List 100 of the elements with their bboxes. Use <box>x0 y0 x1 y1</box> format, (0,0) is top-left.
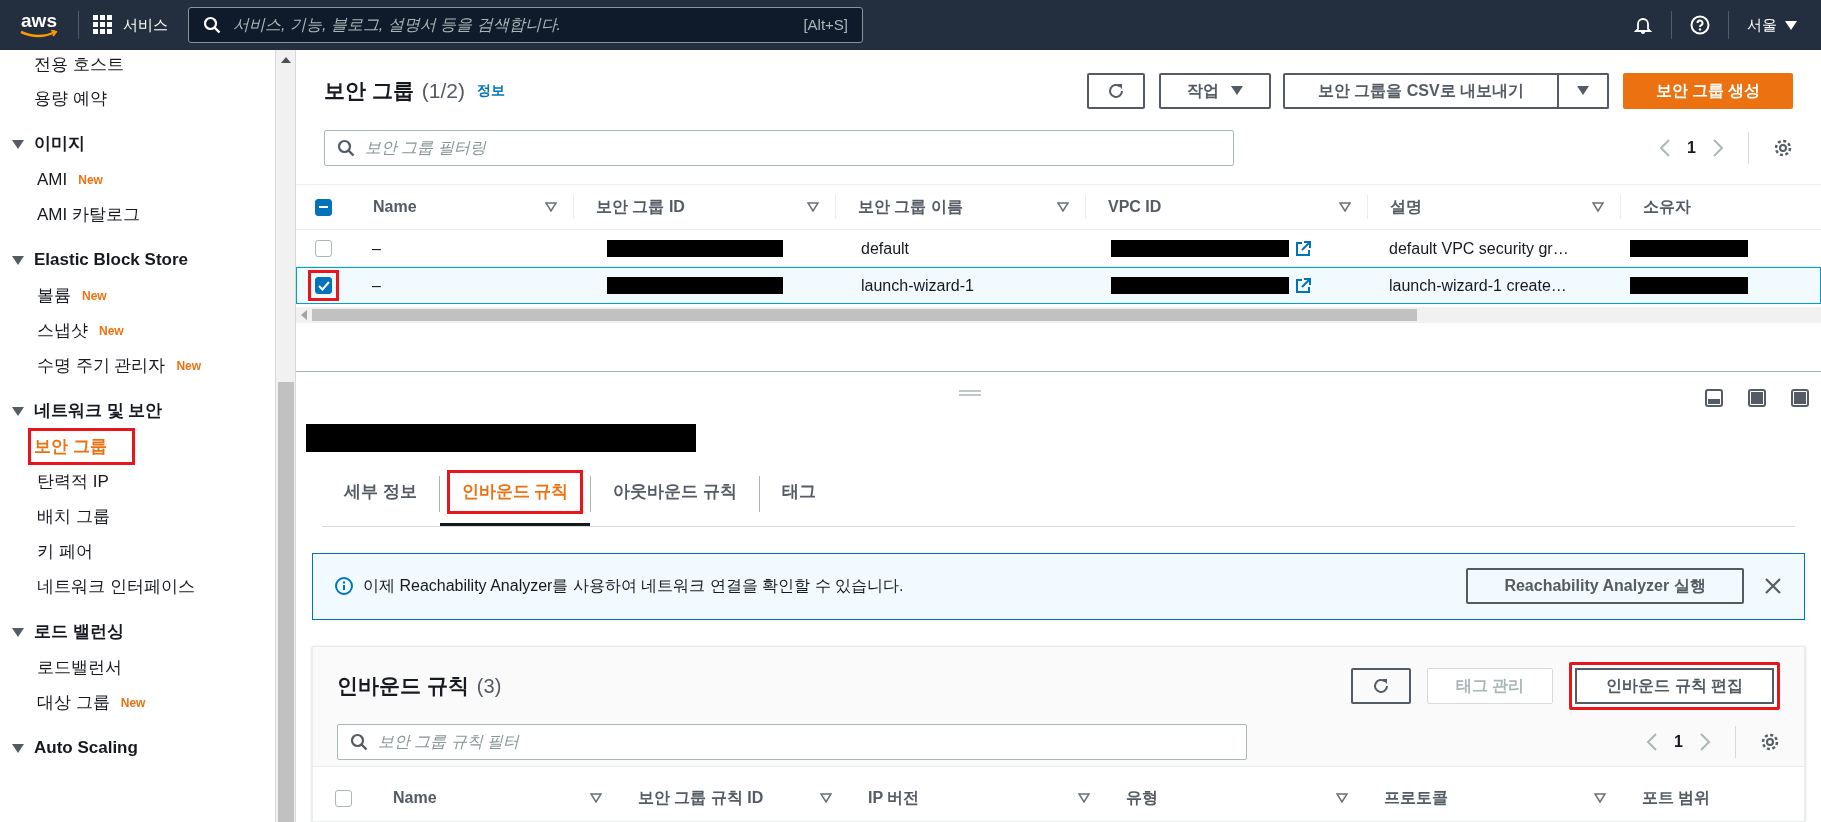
external-link-icon[interactable] <box>1295 240 1311 257</box>
sidebar-section-header[interactable]: Elastic Block Store <box>12 242 275 278</box>
column-header[interactable]: 보안 그룹 ID <box>596 195 807 219</box>
sidebar-item[interactable]: 용량 예약 <box>34 86 107 112</box>
column-header[interactable]: 유형 <box>1126 786 1336 810</box>
shortcut-hint: [Alt+S] <box>803 14 848 35</box>
sort-icon[interactable] <box>545 202 557 212</box>
edit-rules-button[interactable]: 인바운드 규칙 편집 <box>1569 662 1780 710</box>
sort-icon[interactable] <box>820 793 832 803</box>
sidebar-item[interactable]: 수명 주기 관리자 <box>34 349 169 382</box>
panel-bottom-icon[interactable] <box>1705 389 1723 408</box>
sidebar-item[interactable]: 볼륨 <box>34 279 74 312</box>
sidebar-item[interactable]: 배치 그룹 <box>34 500 113 533</box>
new-label: New <box>99 322 124 340</box>
table-cell: launch-wizard-1 <box>861 276 974 294</box>
sort-icon[interactable] <box>590 793 602 803</box>
checkbox[interactable] <box>334 789 352 807</box>
tab-highlight-frame: 태그 <box>770 473 829 511</box>
column-header[interactable]: 설명 <box>1390 195 1592 219</box>
tab[interactable]: 세부 정보 <box>322 461 439 526</box>
column-header[interactable]: IP 버전 <box>868 786 1078 810</box>
horizontal-scrollbar[interactable] <box>296 307 1821 323</box>
column-header[interactable]: 프로토콜 <box>1384 786 1594 810</box>
sort-icon[interactable] <box>1594 793 1606 803</box>
checkbox[interactable] <box>308 270 339 301</box>
sidebar-item[interactable]: 로드밸런서 <box>34 651 125 684</box>
caret-icon <box>12 255 24 265</box>
scrollbar-thumb[interactable] <box>312 309 1417 321</box>
bell-icon[interactable] <box>1633 15 1653 35</box>
caret-icon <box>12 139 24 149</box>
table-row[interactable]: – launch-wizard-1 launch-wizard-1 create… <box>296 267 1821 304</box>
column-header[interactable]: 소유자 <box>1643 195 1805 219</box>
sidebar-item[interactable]: 키 페어 <box>34 535 96 568</box>
selection-count: (1/2) <box>421 77 466 104</box>
new-label: New <box>78 171 103 189</box>
search-placeholder: 서비스, 기능, 블로그, 설명서 등을 검색합니다. <box>233 15 562 35</box>
sidebar-item[interactable]: 전용 호스트 <box>34 52 124 78</box>
sidebar-item[interactable]: 네트워크 인터페이스 <box>34 570 198 603</box>
external-link-icon[interactable] <box>1295 277 1311 294</box>
search-field[interactable]: 서비스, 기능, 블로그, 설명서 등을 검색합니다. [Alt+S] <box>188 7 863 43</box>
sidebar-section-header[interactable]: 이미지 <box>12 126 275 162</box>
help-icon[interactable] <box>1690 15 1710 35</box>
sort-icon[interactable] <box>1057 202 1069 212</box>
sort-icon[interactable] <box>807 202 819 212</box>
tab-highlight-frame: 인바운드 규칙 <box>449 473 581 511</box>
column-header[interactable]: 보안 그룹 이름 <box>858 195 1057 219</box>
panel-full-icon[interactable] <box>1791 389 1809 408</box>
scrollbar-thumb[interactable] <box>277 382 294 822</box>
caret-icon <box>12 406 24 416</box>
info-link[interactable]: 정보 <box>477 80 506 101</box>
scroll-up-icon[interactable] <box>280 56 291 64</box>
tab-highlight-frame: 아웃바운드 규칙 <box>601 473 750 511</box>
sidebar-item[interactable]: 대상 그룹 <box>34 686 113 719</box>
filter-placeholder: 보안 그룹 규칙 필터 <box>378 731 520 752</box>
page-number[interactable]: 1 <box>1687 135 1696 160</box>
settings-icon[interactable] <box>1773 137 1793 158</box>
sort-icon[interactable] <box>1592 202 1604 212</box>
checkbox[interactable] <box>315 198 332 216</box>
sidebar-item[interactable]: 탄력적 IP <box>34 465 112 498</box>
region-menu-button[interactable]: 서울 <box>1747 13 1797 37</box>
close-icon[interactable] <box>1764 577 1782 596</box>
column-header[interactable]: 포트 범위 <box>1642 786 1756 810</box>
table-cell: default <box>861 239 910 257</box>
checkbox[interactable] <box>315 240 332 257</box>
sort-icon[interactable] <box>1336 793 1348 803</box>
table-cell: default VPC security gr… <box>1389 239 1569 257</box>
sort-icon[interactable] <box>1078 793 1090 803</box>
sidebar-scrollbar[interactable] <box>275 50 295 822</box>
caret-icon <box>1577 86 1589 95</box>
sidebar-section-header[interactable]: 네트워크 및 보안 <box>12 393 275 429</box>
drag-handle-icon[interactable] <box>959 390 981 396</box>
tab[interactable]: 아웃바운드 규칙 <box>591 461 760 526</box>
column-header[interactable]: 보안 그룹 규칙 ID <box>638 786 820 810</box>
settings-icon[interactable] <box>1760 731 1780 752</box>
page-number[interactable]: 1 <box>1674 729 1683 754</box>
panel-side-icon[interactable] <box>1748 389 1766 408</box>
table-cell: launch-wizard-1 create… <box>1389 276 1567 294</box>
sidebar-section-header[interactable]: Auto Scaling <box>12 730 275 766</box>
services-menu-button[interactable]: 서비스 <box>93 13 168 37</box>
export-button[interactable]: 보안 그룹을 CSV로 내보내기 <box>1283 72 1559 109</box>
table-cell: – <box>372 239 381 257</box>
sidebar-item[interactable]: 스냅샷 <box>34 314 91 347</box>
aws-logo[interactable]: aws <box>14 12 64 38</box>
tab[interactable]: 태그 <box>760 461 839 526</box>
table-cell: – <box>372 276 381 294</box>
column-header[interactable]: Name <box>373 195 545 219</box>
new-label: New <box>176 357 202 375</box>
sidebar-section-header[interactable]: 로드 밸런싱 <box>12 614 275 650</box>
caret-icon <box>1231 86 1243 95</box>
column-header[interactable]: Name <box>393 786 590 810</box>
info-icon <box>335 577 353 596</box>
export-dropdown-button[interactable] <box>1559 72 1609 109</box>
column-header[interactable]: VPC ID <box>1108 195 1339 219</box>
sidebar-item[interactable]: AMI 카탈로그 <box>34 198 143 231</box>
refresh-button[interactable] <box>1350 668 1411 704</box>
run-analyzer-button[interactable]: Reachability Analyzer 실행 <box>1466 568 1744 605</box>
refresh-button[interactable] <box>1087 72 1145 109</box>
sidebar-item[interactable]: AMI <box>34 163 71 196</box>
actions-button[interactable]: 작업 <box>1159 72 1271 109</box>
sort-icon[interactable] <box>1339 202 1351 212</box>
